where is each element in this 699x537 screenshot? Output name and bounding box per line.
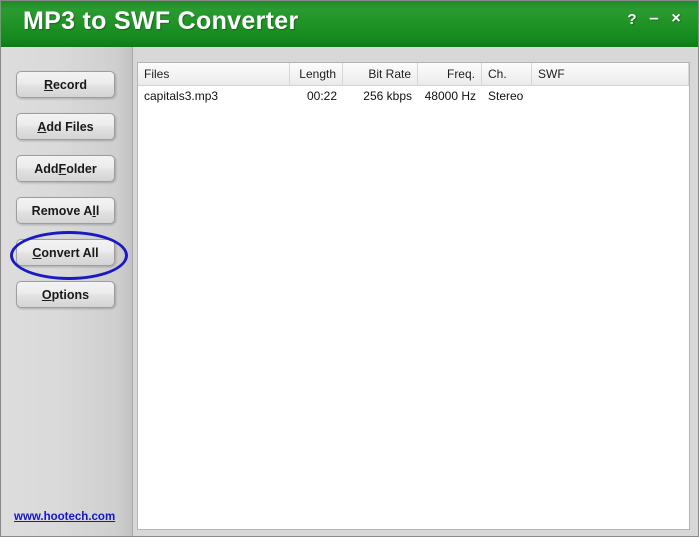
window-title: MP3 to SWF Converter [23,7,299,35]
cell-length: 00:22 [306,89,337,103]
cell-bit-rate: 256 kbps [363,89,412,103]
column-header-bit-rate[interactable]: Bit Rate [343,63,418,85]
help-icon[interactable]: ? [624,12,640,28]
convert-all-button-accel: C [32,245,42,260]
record-button-accel: R [43,77,53,92]
options-button-accel: O [41,287,52,302]
column-header-swf[interactable]: SWF [532,63,689,85]
application-window: MP3 to SWF Converter ? – × Record Add Fi… [0,0,699,537]
add-folder-button-accel: F [58,161,67,176]
remove-all-button[interactable]: Remove All [16,197,115,224]
website-link[interactable]: www.hootech.com [14,511,115,523]
file-list-view[interactable]: Files Length Bit Rate Freq. Ch. SWF capi… [137,62,690,530]
title-bar: MP3 to SWF Converter ? – × [1,1,698,47]
column-header-files[interactable]: Files [138,63,290,85]
convert-all-button-label-post: onvert All [41,245,99,260]
convert-all-button[interactable]: Convert All [16,239,115,266]
options-button[interactable]: Options [16,281,115,308]
add-files-button-label-post: dd Files [46,119,94,134]
options-button-label-post: ptions [51,287,90,302]
file-list-header: Files Length Bit Rate Freq. Ch. SWF [138,63,689,86]
cell-freq: 48000 Hz [424,89,476,103]
add-files-button[interactable]: Add Files [16,113,115,140]
remove-all-button-label-pre: Remove A [31,203,93,218]
record-button-label-post: ecord [52,77,88,92]
table-row[interactable]: capitals3.mp3 00:22 256 kbps 48000 Hz St… [138,86,689,107]
cell-files: capitals3.mp3 [144,89,219,103]
record-button[interactable]: Record [16,71,115,98]
minimize-icon[interactable]: – [646,9,662,26]
sidebar: Record Add Files Add Folder Remove All C… [2,47,133,536]
remove-all-button-label-post: l [95,203,100,218]
add-folder-button-label-post: older [66,161,97,176]
column-header-freq[interactable]: Freq. [418,63,482,85]
close-icon[interactable]: × [668,11,684,27]
add-folder-button-label-pre: Add [34,161,59,176]
cell-ch: Stereo [488,89,524,103]
add-files-button-accel: A [37,119,47,134]
add-folder-button[interactable]: Add Folder [16,155,115,182]
column-header-length[interactable]: Length [290,63,343,85]
column-header-ch[interactable]: Ch. [482,63,532,85]
cell-swf [532,86,689,107]
